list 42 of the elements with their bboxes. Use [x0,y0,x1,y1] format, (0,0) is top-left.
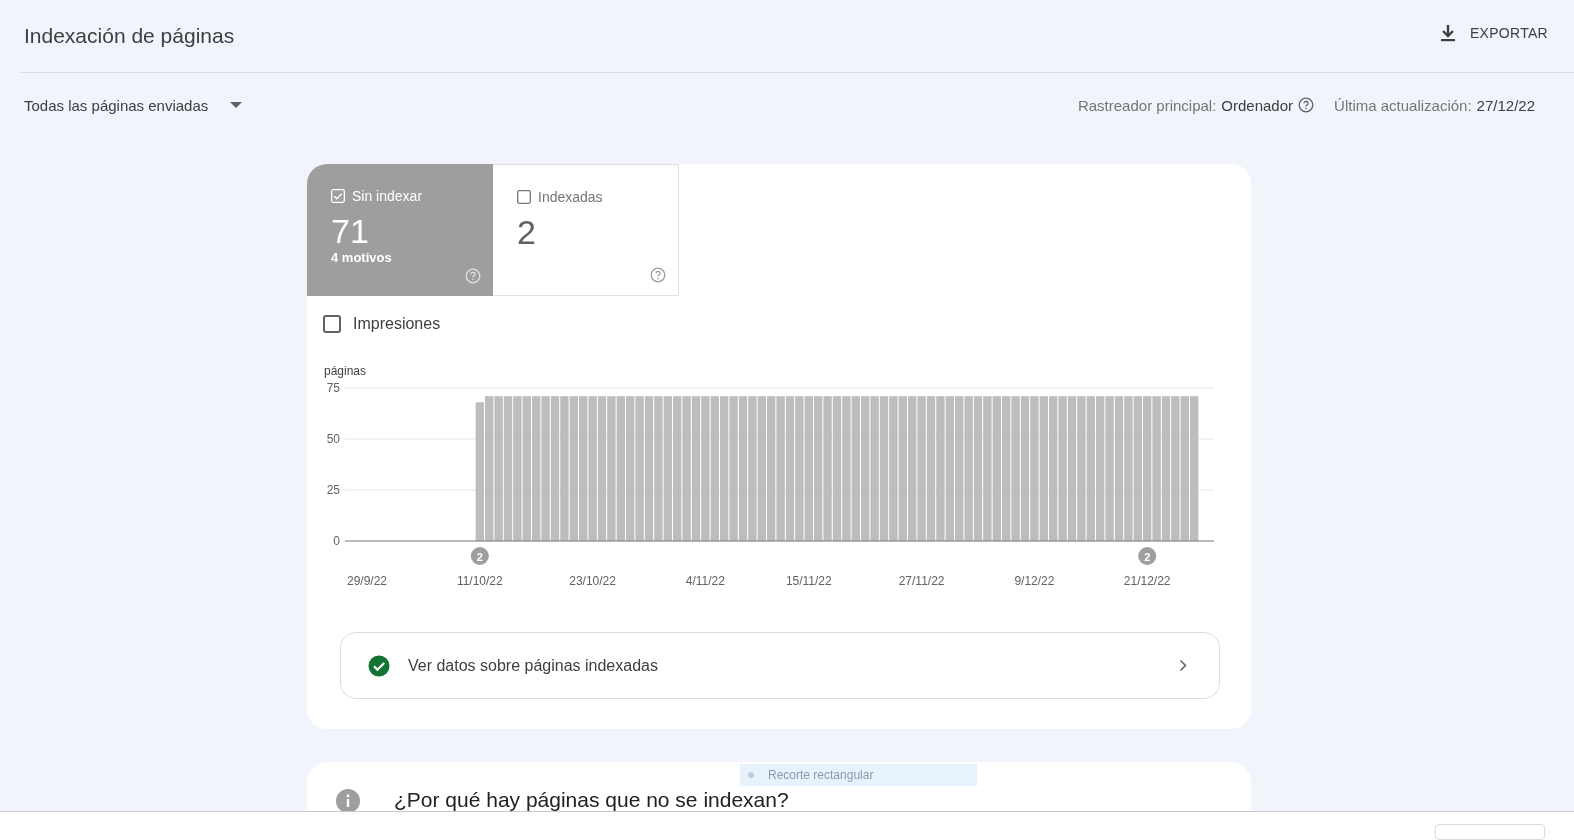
download-icon [1439,24,1456,42]
export-button[interactable]: EXPORTAR [1433,20,1554,46]
axis-tick-label: 0 [333,534,340,548]
summary-tab[interactable]: Indexadas 2 [493,164,679,296]
caret-icon [230,102,243,108]
meta-value: Ordenador [1221,96,1294,114]
checkbox-label: Impresiones [353,315,441,333]
tab-note: 4 motivos [331,250,392,265]
checked-checkbox-icon [331,189,345,203]
check-circle-icon [368,654,390,677]
tab-value: 2 [517,213,537,251]
axis-tick-label: 23/10/22 [569,574,616,588]
axis-tick-label: 21/12/22 [1123,574,1171,588]
help-icon [650,267,666,283]
tab-value: 71 [331,212,370,250]
tab-label: Sin indexar [352,188,423,204]
pages-dropdown[interactable]: Todas las páginas enviadas [24,92,243,118]
checkbox[interactable] [323,315,341,333]
axis-tick-label: 29/9/22 [347,574,387,588]
axis-tick-label: 15/11/22 [785,574,832,588]
section-heading: ¿Por qué hay páginas que no se indexan? [394,789,789,811]
axis-tick-label: 50 [326,432,340,446]
help-icon [465,268,481,284]
axis-label: páginas [324,364,367,378]
meta-label: Rastreador principal: [1077,96,1217,114]
axis-tick-label: 25 [326,483,340,497]
tab-label: Indexadas [538,189,603,205]
axis-tick-label: 11/10/22 [456,574,503,588]
meta-value: 27/12/22 [1476,96,1535,114]
axis-tick-label: 75 [326,381,340,395]
meta-label: Última actualización: [1334,96,1472,114]
dot-icon [748,772,754,778]
page-title: Indexación de páginas [24,24,235,48]
annotation-marker: 2 [470,547,489,565]
annotation-marker: 2 [1138,547,1157,565]
toast-text: Recorte rectangular [768,768,874,782]
axis-tick-label: 27/11/22 [898,574,945,588]
axis-tick-label: 9/12/22 [1014,574,1055,588]
checkbox-icon [517,190,531,204]
chevron-right-icon [1179,659,1187,672]
axis-tick-label: 4/11/22 [685,574,725,588]
indexed-pages-link[interactable]: Ver datos sobre páginas indexadas [340,632,1220,699]
